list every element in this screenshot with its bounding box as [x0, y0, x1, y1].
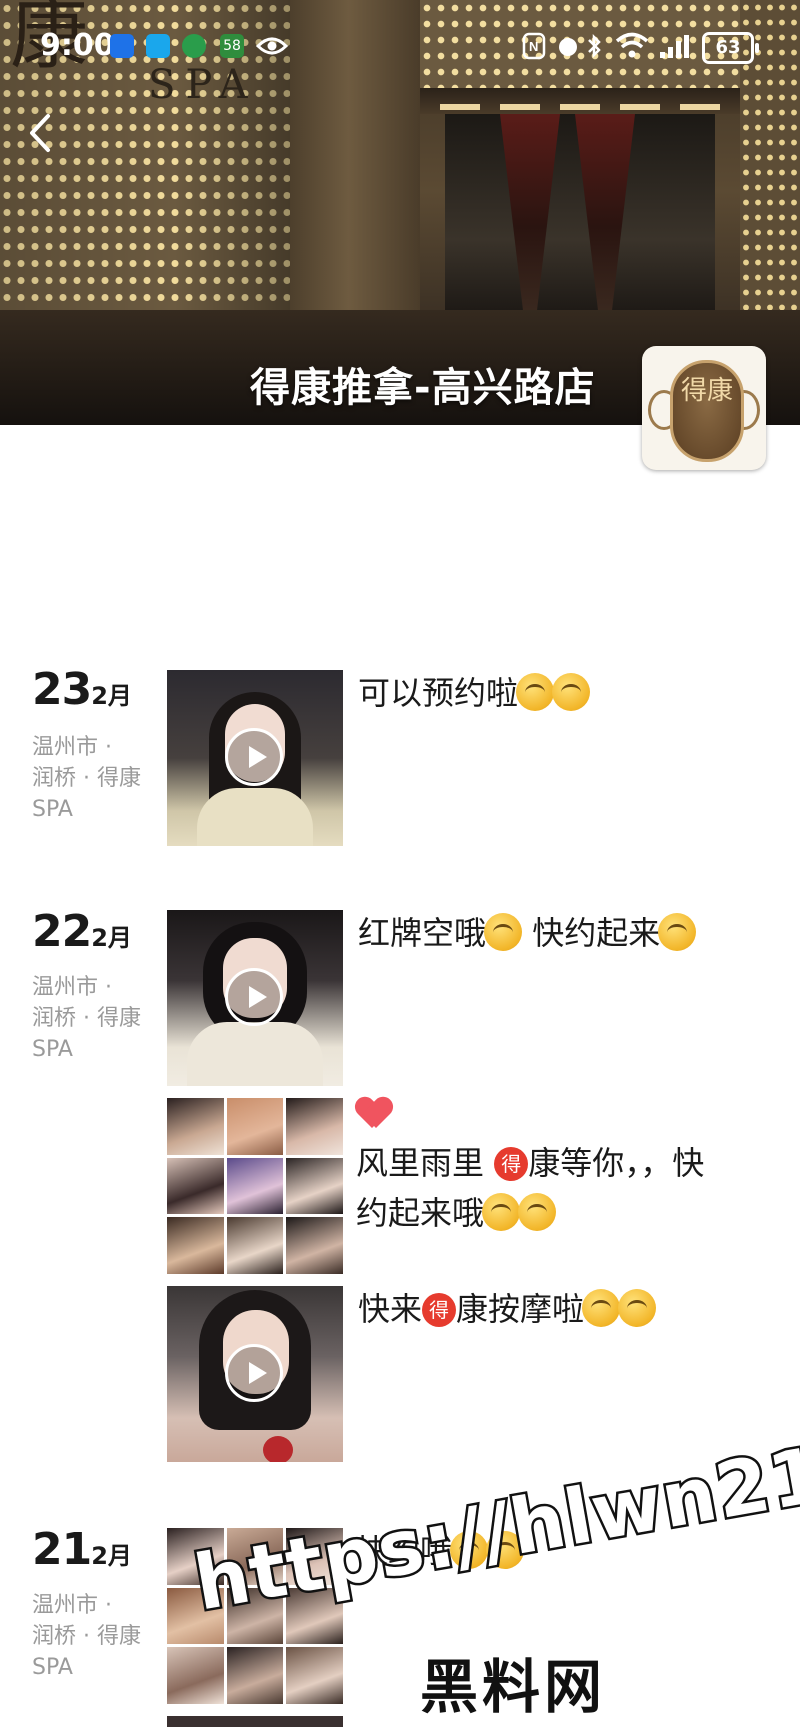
video-thumbnail[interactable]	[167, 670, 343, 846]
smirk-emoji-icon	[552, 673, 591, 711]
signal-icon	[660, 34, 692, 58]
app-58-icon: 58	[220, 34, 244, 58]
gallery-photo	[226, 1647, 284, 1704]
smirk-emoji-icon	[484, 913, 523, 951]
post-day: 23	[32, 664, 92, 715]
gallery-photo	[286, 1647, 343, 1704]
wifi-icon	[615, 32, 649, 58]
battery-indicator: 63	[702, 32, 759, 64]
play-icon	[225, 728, 283, 786]
post-day: 22	[32, 906, 92, 957]
gallery-photo	[167, 1217, 224, 1274]
mail-app-icon	[110, 34, 134, 58]
thinking-emoji-icon	[658, 913, 697, 951]
de-badge-icon: 得	[494, 1147, 529, 1181]
gallery-photo	[226, 1157, 284, 1215]
post-location: 温州市 · 润桥 · 得康 SPA	[32, 1593, 141, 1680]
post-date: 222月	[32, 906, 132, 957]
post-month: 2月	[91, 924, 132, 952]
logo-text: 得康	[680, 376, 733, 406]
gallery-photo	[286, 1157, 343, 1215]
play-icon	[225, 1344, 283, 1402]
watermark-label: 黑料网	[420, 1653, 607, 1721]
smirk-emoji-icon	[582, 1289, 621, 1327]
bluetooth-icon	[588, 33, 601, 59]
store-name: 得康推拿-高兴路店	[250, 365, 596, 411]
gallery-photo	[226, 1098, 284, 1155]
post-day: 21	[32, 1524, 92, 1575]
gallery-photo	[286, 1217, 343, 1274]
smirk-emoji-icon	[516, 673, 555, 711]
post-location: 温州市 · 润桥 · 得康 SPA	[32, 975, 141, 1062]
gallery-photo	[226, 1217, 284, 1274]
logo-emblem: 得康	[670, 360, 744, 462]
gallery-photo	[167, 1157, 224, 1215]
svg-text:N: N	[529, 39, 538, 54]
gallery-photo	[167, 1098, 224, 1155]
post-caption: 可以预约啦	[358, 668, 768, 718]
play-icon	[225, 968, 283, 1026]
post-caption: 红牌空哦 快约起来	[358, 908, 768, 958]
smirk-emoji-icon	[518, 1193, 557, 1231]
status-time: 9:00	[40, 28, 115, 63]
video-thumbnail[interactable]	[167, 910, 343, 1086]
heart-icon	[356, 1098, 392, 1130]
entrance-lintel	[420, 88, 740, 114]
bank-app-icon	[182, 34, 206, 58]
video-thumbnail[interactable]	[167, 1286, 343, 1462]
photo-gallery-grid[interactable]	[167, 1098, 343, 1274]
eye-icon	[256, 37, 288, 55]
post-location: 温州市 · 润桥 · 得康 SPA	[32, 735, 141, 822]
next-post-thumbnail[interactable]	[167, 1716, 343, 1727]
post-date: 212月	[32, 1524, 132, 1575]
video-app-icon	[146, 34, 170, 58]
gallery-photo	[286, 1098, 343, 1155]
post-caption: 风里雨里 得康等你，，快 约起来哦	[356, 1094, 766, 1238]
back-button[interactable]	[22, 108, 62, 158]
post-date: 232月	[32, 664, 132, 715]
status-bar: 9:00 58 N 63	[0, 0, 800, 90]
de-badge-icon: 得	[422, 1293, 457, 1327]
post-month: 2月	[91, 682, 132, 710]
smirk-emoji-icon	[618, 1289, 657, 1327]
smirk-emoji-icon	[482, 1193, 521, 1231]
gallery-photo	[167, 1647, 224, 1704]
post-caption: 快来得康按摩啦	[358, 1284, 768, 1334]
nfc-icon: N	[522, 32, 546, 60]
post-month: 2月	[91, 1542, 132, 1570]
alarm-icon	[559, 38, 577, 56]
store-avatar[interactable]: 得康	[642, 346, 766, 470]
